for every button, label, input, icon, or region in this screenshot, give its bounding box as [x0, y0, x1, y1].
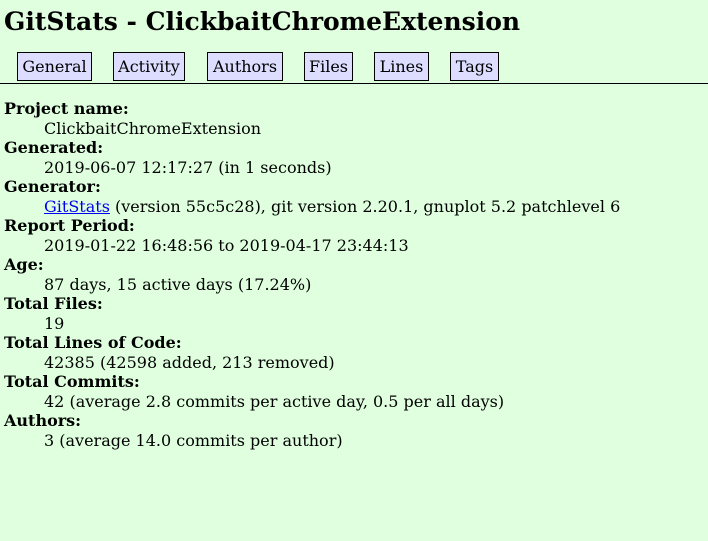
authors-label: Authors: — [4, 411, 82, 430]
generated-value: 2019-06-07 12:17:27 (in 1 seconds) — [44, 157, 332, 177]
tab-authors[interactable]: Authors — [207, 52, 283, 81]
tab-general-label: General — [22, 57, 87, 76]
total-loc-label: Total Lines of Code: — [4, 333, 182, 352]
tab-general[interactable]: General — [17, 52, 92, 81]
tab-files-label: Files — [308, 57, 348, 76]
generator-label: Generator: — [4, 177, 101, 196]
report-period-label: Report Period: — [4, 216, 135, 235]
tab-authors-label: Authors — [212, 57, 278, 76]
total-loc-value: 42385 (42598 added, 213 removed) — [44, 352, 335, 372]
age-label: Age: — [4, 255, 44, 274]
tab-tags-label: Tags — [455, 57, 494, 76]
tab-lines-label: Lines — [379, 57, 424, 76]
tab-files[interactable]: Files — [304, 52, 353, 81]
total-files-value: 19 — [44, 313, 65, 333]
project-name-value: ClickbaitChromeExtension — [44, 118, 262, 138]
authors-value: 3 (average 14.0 commits per author) — [44, 430, 343, 450]
report-period-value: 2019-01-22 16:48:56 to 2019-04-17 23:44:… — [44, 235, 409, 255]
total-commits-label: Total Commits: — [4, 372, 140, 391]
generated-label: Generated: — [4, 138, 104, 157]
generator-details: (version 55c5c28), git version 2.20.1, g… — [109, 196, 621, 216]
tab-tags[interactable]: Tags — [450, 52, 499, 81]
gitstats-link[interactable]: GitStats — [44, 197, 110, 216]
age-value: 87 days, 15 active days (17.24%) — [44, 274, 312, 294]
tab-activity-label: Activity — [118, 57, 180, 76]
total-commits-value: 42 (average 2.8 commits per active day, … — [44, 391, 505, 411]
tab-lines[interactable]: Lines — [374, 52, 429, 81]
nav-bar: General Activity Authors Files Lines Tag… — [0, 52, 708, 84]
total-files-label: Total Files: — [4, 294, 103, 313]
tab-activity[interactable]: Activity — [113, 52, 185, 81]
general-info-list: Project name: ClickbaitChromeExtension G… — [4, 99, 704, 450]
page-title: GitStats - ClickbaitChromeExtension — [4, 7, 521, 36]
project-name-label: Project name: — [4, 99, 129, 118]
generator-value: GitStats (version 55c5c28), git version … — [44, 197, 704, 217]
